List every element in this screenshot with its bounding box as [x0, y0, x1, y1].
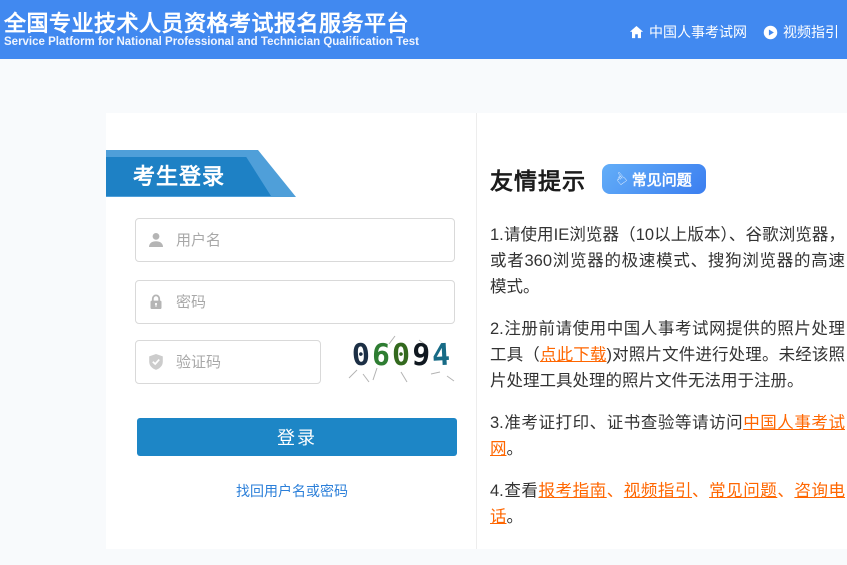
captcha-image[interactable]: 06094	[343, 334, 459, 388]
tip-paragraph: 3.准考证打印、证书查验等请访问中国人事考试网。	[490, 410, 845, 462]
password-input[interactable]	[135, 280, 455, 324]
tip-paragraph: 2.注册前请使用中国人事考试网提供的照片处理工具（点此下载)对照片文件进行处理。…	[490, 316, 845, 394]
tips-header: 友情提示 ☝ 常见问题	[490, 162, 845, 196]
tip-text: 4.查看	[490, 482, 538, 500]
tip-text: 3.准考证打印、证书查验等请访问	[490, 414, 743, 432]
login-panel: 考生登录	[106, 113, 476, 549]
tips-title: 友情提示	[490, 162, 586, 196]
tip-paragraph: 1.请使用IE浏览器（10以上版本）、谷歌浏览器，或者360浏览器的极速模式、搜…	[490, 222, 845, 300]
tip-separator: 、	[692, 482, 709, 500]
header-links: 中国人事考试网 视频指引	[629, 22, 839, 42]
candidate-login-banner: 考生登录	[106, 150, 306, 198]
tip-separator: 、	[777, 482, 794, 500]
username-input[interactable]	[135, 218, 455, 262]
header-link-label: 视频指引	[783, 22, 839, 42]
header-link-video-guide[interactable]: 视频指引	[763, 22, 839, 42]
tip-link[interactable]: 常见问题	[709, 482, 777, 500]
captcha-field-wrap	[135, 340, 321, 384]
captcha-digit: 0	[351, 337, 371, 373]
header-link-label: 中国人事考试网	[649, 22, 747, 42]
tip-text: 1.请使用IE浏览器（10以上版本）、谷歌浏览器，或者360浏览器的极速模式、搜…	[490, 226, 845, 296]
user-icon	[147, 231, 165, 249]
play-icon	[763, 25, 778, 40]
tips-panel: 友情提示 ☝ 常见问题 1.请使用IE浏览器（10以上版本）、谷歌浏览器，或者3…	[476, 113, 847, 549]
tip-link[interactable]: 点此下载	[540, 346, 607, 364]
captcha-digit: 6	[371, 337, 391, 373]
login-button[interactable]: 登录	[137, 418, 457, 456]
header-link-exam-site[interactable]: 中国人事考试网	[629, 22, 747, 42]
page-title: 全国专业技术人员资格考试报名服务平台	[4, 6, 409, 38]
faq-button-label: 常见问题	[632, 169, 692, 190]
page-subtitle: Service Platform for National Profession…	[4, 36, 419, 48]
pointing-hand-icon: ☝	[611, 168, 631, 190]
password-field-wrap	[135, 280, 455, 324]
lock-icon	[147, 293, 165, 311]
captcha-digit: 9	[411, 337, 431, 373]
tip-paragraph: 4.查看报考指南、视频指引、常见问题、咨询电话。	[490, 478, 845, 530]
main-card: 考生登录	[106, 113, 847, 549]
header: 全国专业技术人员资格考试报名服务平台 Service Platform for …	[0, 0, 847, 59]
captcha-digits: 06094	[343, 334, 459, 376]
home-icon	[629, 25, 644, 40]
forgot-row: 找回用户名或密码	[106, 481, 478, 501]
captcha-digit: 0	[391, 337, 410, 373]
forgot-username-password-link[interactable]: 找回用户名或密码	[236, 483, 348, 499]
tip-link[interactable]: 报考指南	[538, 482, 606, 500]
tip-link[interactable]: 视频指引	[624, 482, 692, 500]
tip-text: 。	[507, 440, 524, 458]
shield-check-icon	[147, 353, 165, 371]
tip-text: 。	[507, 508, 524, 526]
faq-button[interactable]: ☝ 常见问题	[602, 164, 706, 194]
username-field-wrap	[135, 218, 455, 262]
tip-separator: 、	[607, 482, 624, 500]
banner-ribbon-dark: 考生登录	[106, 157, 271, 196]
tips-list: 1.请使用IE浏览器（10以上版本）、谷歌浏览器，或者360浏览器的极速模式、搜…	[490, 222, 845, 530]
captcha-digit: 4	[431, 337, 451, 373]
